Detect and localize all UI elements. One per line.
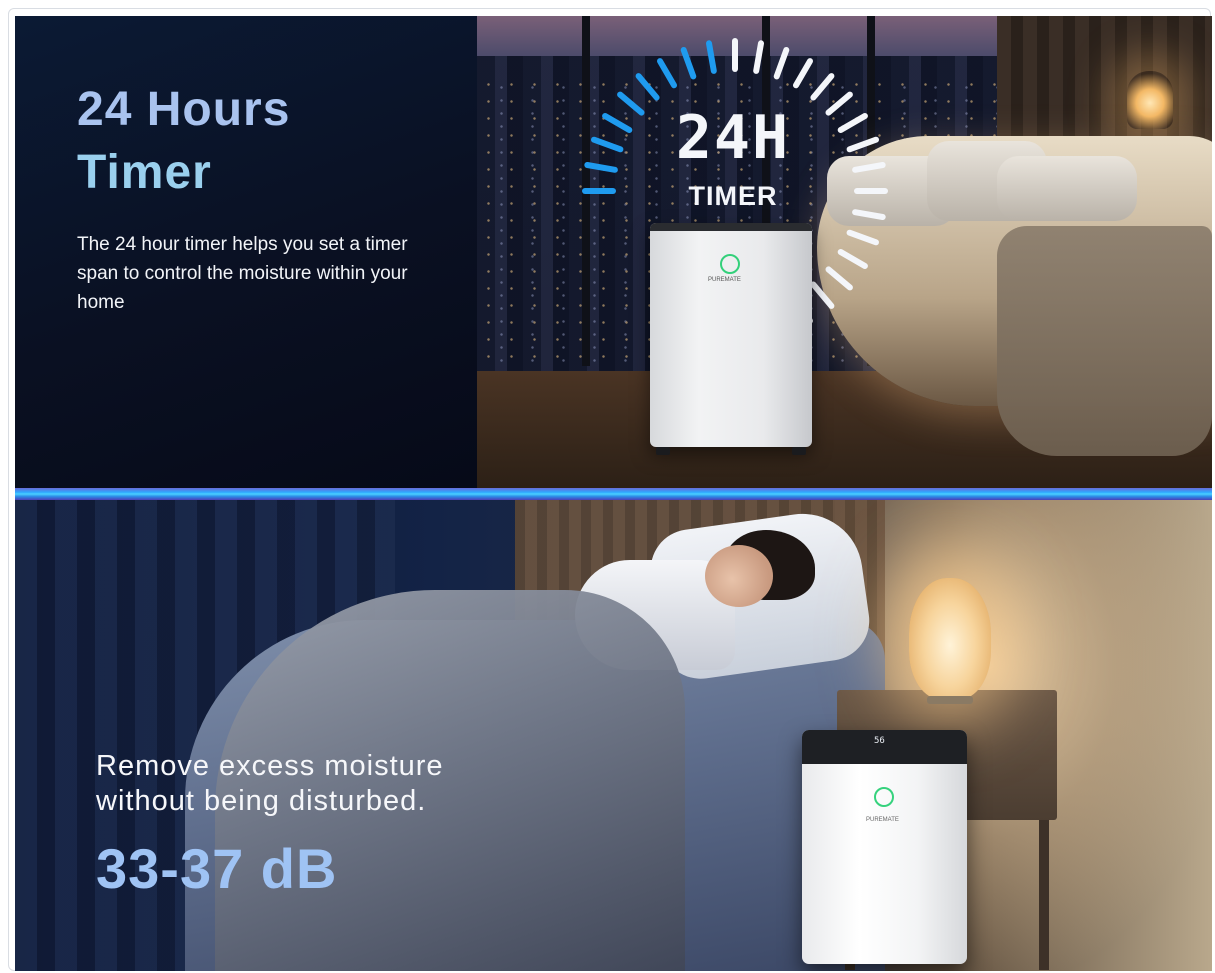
table-lamp	[909, 578, 991, 700]
timer-section: 24 Hours Timer The 24 hour timer helps y…	[15, 16, 1212, 488]
dial-tick	[793, 58, 813, 89]
unit-top-cap	[650, 223, 812, 231]
dial-tick	[773, 47, 790, 80]
wall-lamp	[1127, 71, 1173, 129]
dial-tick	[825, 266, 853, 291]
control-display: 56	[874, 736, 885, 746]
dial-tick	[635, 73, 660, 101]
brand-logo-icon: PUREMATE	[866, 817, 899, 823]
dial-tick	[852, 162, 886, 173]
product-banner: 24 Hours Timer The 24 hour timer helps y…	[15, 16, 1212, 971]
dial-tick	[846, 229, 879, 246]
dehumidifier-unit: PUREMATE	[650, 223, 812, 455]
dial-tick	[837, 249, 868, 269]
nightstand-leg	[1039, 820, 1049, 970]
timer-text-panel: 24 Hours Timer The 24 hour timer helps y…	[15, 16, 477, 488]
control-panel: 56	[802, 730, 967, 764]
table-lamp-base	[927, 696, 973, 704]
dial-tick	[852, 209, 886, 220]
unit-wheel	[792, 447, 806, 455]
power-ring-icon	[874, 787, 894, 807]
bed-throw	[997, 226, 1212, 456]
dial-tick	[753, 40, 764, 74]
dial-tick	[706, 40, 717, 74]
dial-tick	[680, 47, 697, 80]
dial-tick	[657, 58, 677, 89]
dial-tick	[617, 91, 645, 116]
dial-tick	[846, 136, 879, 153]
dial-tick	[810, 73, 835, 101]
dial-tick	[584, 162, 618, 173]
dial-tick	[810, 281, 835, 309]
timer-heading: 24 Hours Timer	[77, 78, 290, 204]
noise-level: 33-37 dB	[96, 837, 338, 900]
quiet-tagline: Remove excess moisture without being dis…	[96, 750, 444, 817]
pillow	[997, 156, 1137, 221]
dial-tick	[591, 136, 624, 153]
unit-wheel	[656, 447, 670, 455]
timer-heading-line1: 24 Hours	[77, 83, 291, 136]
dial-tick	[825, 91, 853, 116]
timer-digits: 24H	[675, 103, 791, 173]
section-divider	[15, 488, 1212, 500]
quiet-operation-section: 56 PUREMATE Remove excess moisture witho…	[15, 500, 1212, 971]
timer-description: The 24 hour timer helps you set a timer …	[77, 234, 408, 313]
dial-tick	[837, 113, 868, 133]
dehumidifier-unit: 56 PUREMATE	[802, 730, 967, 964]
power-ring-icon	[720, 254, 740, 274]
timer-heading-line2: Timer	[77, 146, 212, 199]
brand-logo-icon: PUREMATE	[708, 277, 741, 283]
dial-tick	[602, 113, 633, 133]
sleeping-person-face	[705, 545, 773, 607]
timer-label: TIMER	[688, 181, 778, 211]
